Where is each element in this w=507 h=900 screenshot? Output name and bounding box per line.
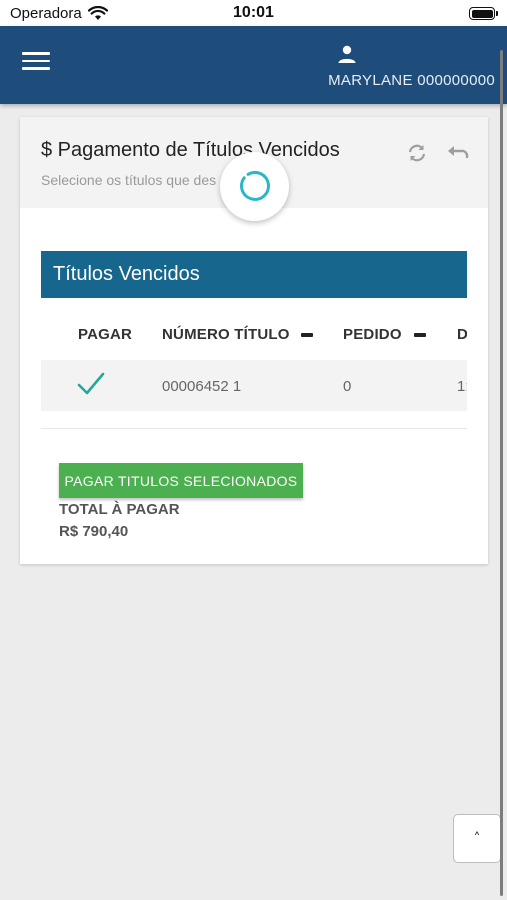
column-header-pagar[interactable]: PAGAR (78, 326, 132, 343)
user-icon[interactable] (337, 44, 357, 64)
column-header-d[interactable]: D (457, 326, 467, 343)
refresh-icon[interactable] (406, 142, 428, 164)
cell-pedido: 0 (343, 378, 352, 395)
pay-selected-button[interactable]: PAGAR TITULOS SELECIONADOS (59, 463, 303, 498)
scroll-to-top-button[interactable]: ˄ (453, 814, 501, 863)
sort-icon[interactable] (414, 333, 426, 337)
table-row[interactable]: 00006452 1 0 1: (41, 360, 467, 411)
divider (41, 428, 467, 429)
page-subtitle: Selecione os títulos que des (41, 172, 217, 188)
scrollbar[interactable] (500, 50, 503, 896)
check-icon[interactable] (77, 372, 105, 396)
total-label: TOTAL À PAGAR (59, 501, 180, 518)
column-header-pedido[interactable]: PEDIDO (343, 326, 402, 343)
titles-table: PAGAR NÚMERO TÍTULO PEDIDO D 00006452 1 … (41, 309, 467, 413)
sort-icon[interactable] (301, 333, 313, 337)
cell-numero-titulo: 00006452 1 (162, 378, 242, 395)
user-name[interactable]: MARYLANE 000000000 (328, 72, 495, 89)
section-title: Títulos Vencidos (53, 263, 200, 285)
loading-spinner (220, 152, 289, 221)
total-value: R$ 790,40 (59, 523, 129, 540)
battery-icon (469, 7, 498, 20)
column-header-numero-titulo[interactable]: NÚMERO TÍTULO (162, 326, 290, 343)
status-bar: Operadora 10:01 (0, 0, 507, 26)
cell-d: 1: (457, 378, 467, 395)
menu-icon[interactable] (22, 52, 50, 74)
app-header: MARYLANE 000000000 (0, 26, 507, 104)
page-title: $ Pagamento de Títulos Vencidos (41, 139, 340, 161)
undo-icon[interactable] (446, 142, 470, 164)
status-time: 10:01 (233, 4, 274, 21)
section-header: Títulos Vencidos (41, 251, 467, 298)
